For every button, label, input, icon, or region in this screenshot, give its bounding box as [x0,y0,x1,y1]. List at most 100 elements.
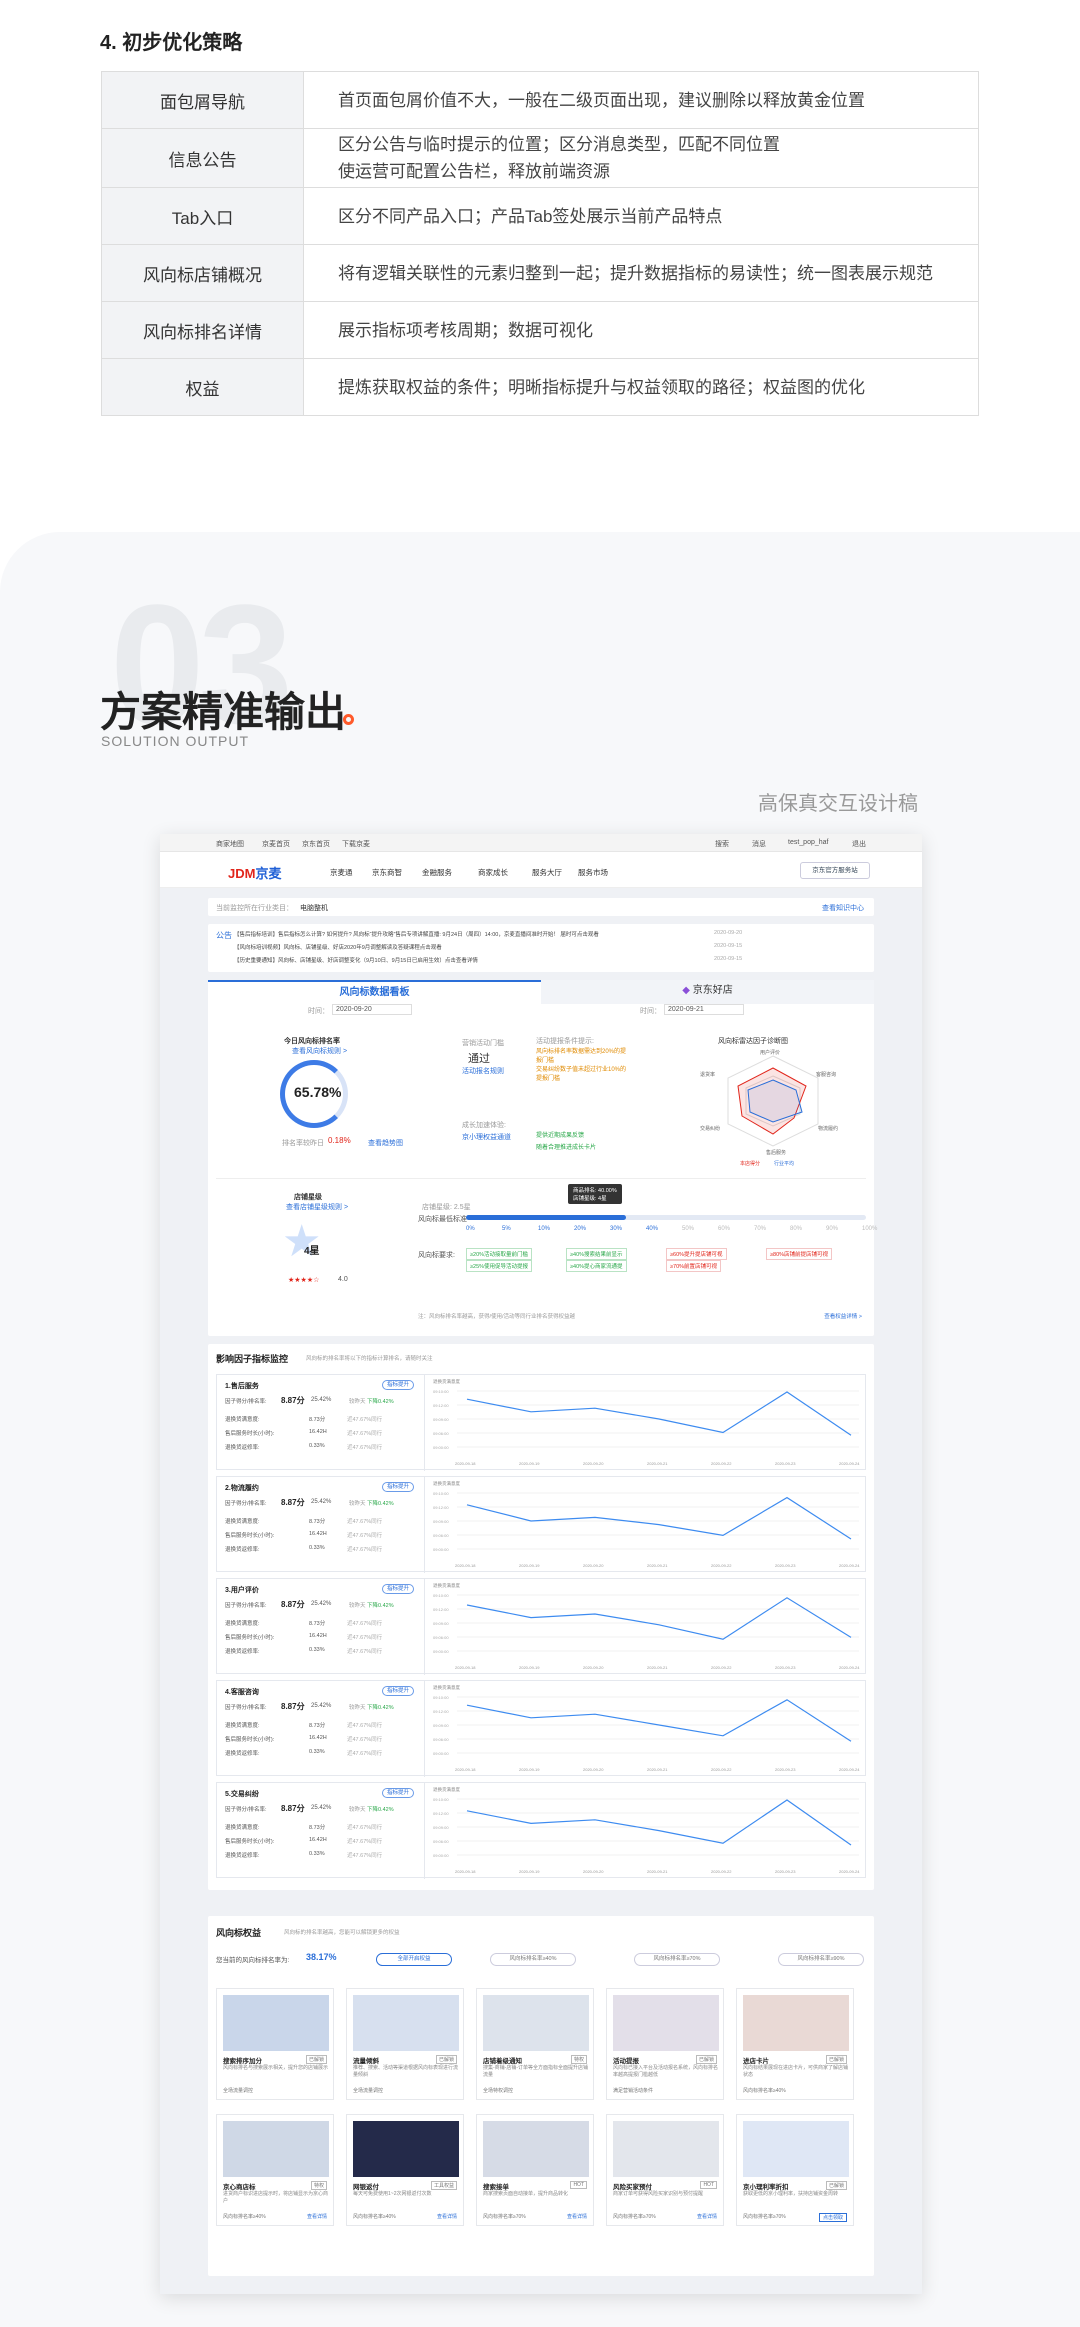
factor-name: 5.交易纠纷 [225,1791,259,1798]
chart-y-tick: 09:00:00 [433,1751,449,1756]
rights-card-condition: 风向标排名率≥40% [743,2088,786,2094]
factor-row: 4.客服咨询 指标提升 因子得分/排名率: 8.87分 25.42% 较昨天 下降0.42%… [216,1680,866,1777]
rights-card-title: 店铺着级通知 [483,2058,522,2065]
knowledge-link[interactable]: 查看知识中心 [822,903,864,913]
rights-card[interactable]: 搜索排序加分 已解锁 风向标排名与搜索展示相关，提升您的店铺展示 全场流量调控 [216,1988,334,2100]
nav-item[interactable]: 商家成长 [478,867,508,878]
topbar-link[interactable]: 京东首页 [302,839,330,849]
chart-legend: 退换货满意度 [433,1582,460,1589]
trend-link[interactable]: 查看趋势图 [368,1138,403,1148]
detail-link[interactable]: 查看详情 [307,2213,327,2220]
rights-card-tag: 已解锁 [435,2055,457,2064]
divider [216,1178,866,1179]
chart-x-tick: 2020-09-23 [775,1665,796,1670]
progress-tick: 20% [574,1226,587,1232]
rights-thumbnail [743,2121,849,2177]
rights-thumbnail [613,1995,719,2051]
growth-link[interactable]: 京小理权益通道 [462,1132,511,1142]
official-service-button[interactable]: 京东官方服务站 [800,862,870,879]
factor-line-chart: 退换货满意度 09:10:00 09:12:00 09:09:00 09:06:00 09… [427,1579,867,1675]
progress-tick: 5% [502,1226,511,1232]
improve-button[interactable]: 指标提升 [381,1686,414,1696]
date-picker[interactable]: 2020-09-21 [664,1004,744,1015]
topbar-logout[interactable]: 退出 [852,839,866,849]
detail-link[interactable]: 查看详情 [567,2213,587,2220]
rights-filter-pill[interactable]: 风向标排名率≥40% [490,1953,576,1966]
rights-card-condition: 满足营销活动条件 [613,2088,654,2094]
rights-card-condition: 全场流量调控 [223,2088,254,2094]
factor-line-chart: 退换货满意度 09:10:00 09:12:00 09:09:00 09:06:00 09… [427,1375,867,1471]
nav-item[interactable]: 服务大厅 [532,867,562,878]
nav-item[interactable]: 京东商智 [372,867,402,878]
improve-button[interactable]: 指标提升 [381,1584,414,1594]
topbar-user[interactable]: test_pop_haf [788,839,828,846]
nav-item[interactable]: 服务市场 [578,867,608,878]
topbar-message[interactable]: 消息 [752,839,766,849]
rights-card[interactable]: 搜索接单 HOT 商家搜索页面自动接单，提升商品转化 风向标排名率≥70% 查看详情 [476,2114,594,2226]
chart-series-line [466,1799,852,1846]
rights-card[interactable]: 店铺着级通知 特权 搜集‑商铺‑店铺‑订单等全方面指标全面提升店铺流量 全场特权调控 [476,1988,594,2100]
nav-item[interactable]: 京麦通 [330,867,353,878]
improve-button[interactable]: 指标提升 [381,1380,414,1390]
notice-item[interactable]: 【售后指标培训】售后指标怎么计算? 如何提升? 风向标“提升攻略”售后专项讲解直… [234,930,704,938]
rights-card-condition: 全场特权调控 [483,2088,514,2094]
rights-filter-pill[interactable]: 风向标排名率≥90% [778,1953,864,1966]
chart-y-tick: 09:00:00 [433,1649,449,1654]
chart-x-tick: 2020-09-24 [839,1461,860,1466]
chart-y-tick: 09:09:00 [433,1825,449,1830]
date-picker[interactable]: 2020-09-20 [332,1004,412,1015]
rights-card[interactable]: 进店卡片 已解锁 风向标结果展现在进店卡片，可供商家了解店铺状态 风向标排名率≥40% [736,1988,854,2100]
rights-card-title: 流量倾斜 [353,2058,379,2065]
rights-card-desc: 商家搜索页面自动接单，提升商品转化 [483,2191,569,2197]
rights-card-condition: 风向标排名率≥70% [613,2214,656,2220]
chart-y-tick: 09:00:00 [433,1547,449,1552]
rights-detail-link[interactable]: 查看权益详情 > [824,1312,862,1320]
strategy-key: 面包屑导航 [101,71,304,129]
factor-summary: 3.用户评价 指标提升 因子得分/排名率: 8.87分 25.42% 较昨天 下降0.42%… [217,1579,425,1675]
topbar-link[interactable]: 下载京麦 [342,839,370,849]
rights-thumbnail [483,2121,589,2177]
rules-link[interactable]: 查看风向标规则 > [292,1046,347,1056]
detail-link[interactable]: 查看详情 [697,2213,717,2220]
progress-tick: 90% [826,1226,839,1232]
rights-thumbnail [353,2121,459,2177]
strategy-key: 信息公告 [101,128,304,188]
claim-button[interactable]: 点击领取 [818,2213,847,2222]
progress-tick: 30% [610,1226,623,1232]
topbar-link[interactable]: 商家地图 [216,839,244,849]
rights-card-condition: 风向标排名率≥40% [353,2214,396,2220]
strategy-row: 权益 提炼获取权益的条件；明晰指标提升与权益领取的路径；权益图的优化 [101,358,979,416]
rights-filter-pill[interactable]: 全部开启权益 [376,1953,452,1966]
chart-y-tick: 09:10:00 [433,1797,449,1802]
notice-item[interactable]: 【风向标培训视频】风向标、店铺星级、好店2020年9月调整解读及答疑课程点击观看 [234,943,704,951]
nav-item[interactable]: 金融服务 [422,867,452,878]
chart-x-tick: 2020-09-20 [583,1563,604,1568]
rights-card[interactable]: 京小理利率折扣 已解锁 获取更低的京小理利率，扶持店铺资金周转 风向标排名率≥70% 点… [736,2114,854,2226]
chart-x-tick: 2020-09-19 [519,1767,540,1772]
chart-legend: 退换货满意度 [433,1378,460,1385]
rights-filter-pill[interactable]: 风向标排名率≥70% [634,1953,720,1966]
chart-x-tick: 2020-09-20 [583,1461,604,1466]
strategy-value: 首页面包屑价值不大，一般在二级页面出现，建议删除以释放黄金位置 [303,71,979,129]
topbar-link[interactable]: 京麦首页 [262,839,290,849]
strategy-key: 风向标排名详情 [101,301,304,359]
detail-link[interactable]: 查看详情 [437,2213,457,2220]
activity-rules-link[interactable]: 活动报名规则 [462,1066,504,1076]
star-rules-link[interactable]: 查看店铺星级规则 > [286,1202,348,1212]
topbar-search[interactable]: 搜索 [715,839,729,849]
rights-card[interactable]: 网银返付 工具权益 每天可免费使用1~2次网银返付次数 风向标排名率≥40% 查看详情 [346,2114,464,2226]
rights-card[interactable]: 京心商店标 特权 进货商户标识进店提示时，将店铺显示为京心商户 风向标排名率≥40% 查… [216,2114,334,2226]
rights-thumbnail [743,1995,849,2051]
notice-item[interactable]: 【历史重要通知】风向标、店铺星级、好店调整变化（9月10日、9月15日已启用生效… [234,956,704,964]
rights-card[interactable]: 风险买家预付 HOT 商家订单可获得风险买家识别与预付提醒 风向标排名率≥70% 查看详… [606,2114,724,2226]
jdm-logo[interactable]: JDM京麦 [228,863,281,882]
tab-good-store[interactable]: ◆ 京东好店 [541,980,874,1004]
star-rating-icon: ★★★★☆ [288,1277,320,1284]
strategy-table: 面包屑导航 首页面包屑价值不大，一般在二级页面出现，建议删除以释放黄金位置 信息公告… [101,71,979,416]
rights-card[interactable]: 活动提报 已解锁 风向标已接入平台及活动报名系统，风向标排名率越高提报门槛越低 满足营… [606,1988,724,2100]
improve-button[interactable]: 指标提升 [381,1788,414,1798]
improve-button[interactable]: 指标提升 [381,1482,414,1492]
rights-thumbnail [223,1995,329,2051]
rights-card[interactable]: 流量倾斜 已解锁 推荐、搜索、活动等渠道根据风向标表现进行流量倾斜 全场流量调控 [346,1988,464,2100]
tab-data-board[interactable]: 风向标数据看板 [208,980,541,1004]
